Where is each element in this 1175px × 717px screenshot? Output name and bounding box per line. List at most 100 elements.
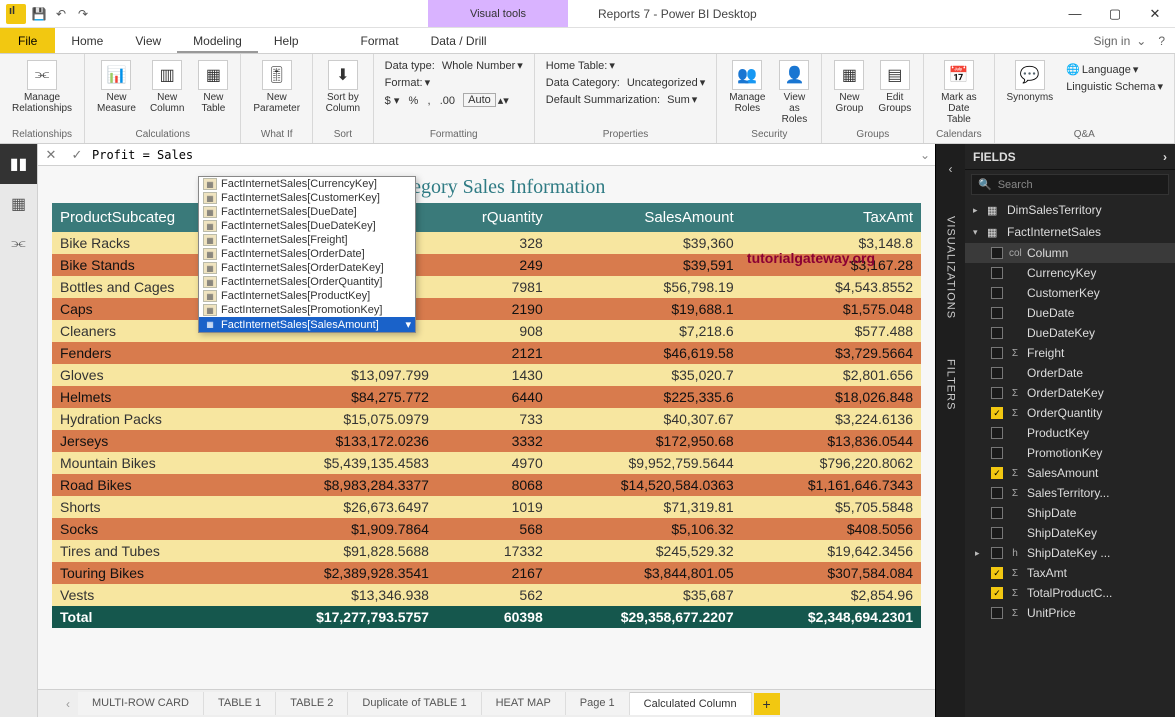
field-promotionkey[interactable]: ✓PromotionKey — [965, 443, 1175, 463]
page-tab[interactable]: TABLE 1 — [204, 692, 276, 715]
table-row[interactable]: Road Bikes$8,983,284.33778068$14,520,584… — [52, 474, 921, 496]
tab-nav-prev-icon[interactable]: ‹ — [58, 697, 78, 711]
expand-pane-icon[interactable]: ‹ — [949, 162, 953, 176]
tab-home[interactable]: Home — [55, 28, 119, 53]
autocomplete-item[interactable]: ▦FactInternetSales[OrderDate] — [199, 247, 415, 261]
model-view-button[interactable]: ⫘ — [0, 224, 37, 264]
sort-by-column-button[interactable]: ⬇Sort by Column — [321, 58, 365, 116]
format-dropdown[interactable]: Format: ▾ — [382, 75, 526, 90]
field-salesamount[interactable]: ✓ΣSalesAmount — [965, 463, 1175, 483]
report-view-button[interactable]: ▮▮ — [0, 144, 37, 184]
manage-roles-button[interactable]: 👥Manage Roles — [725, 58, 769, 116]
page-tab[interactable]: Page 1 — [566, 692, 630, 715]
table-row[interactable]: Shorts$26,673.64971019$71,319.81$5,705.5… — [52, 496, 921, 518]
accept-formula-icon[interactable]: ✓ — [64, 147, 90, 163]
formula-autocomplete[interactable]: ▦FactInternetSales[CurrencyKey]▦FactInte… — [198, 176, 416, 333]
minimize-button[interactable]: — — [1055, 0, 1095, 27]
formula-input[interactable] — [90, 146, 915, 164]
cancel-formula-icon[interactable]: ✕ — [38, 147, 64, 163]
expand-formula-icon[interactable]: ⌄ — [915, 148, 935, 162]
visualizations-pane-tab[interactable]: VISUALIZATIONS — [945, 216, 957, 319]
manage-relationships-button[interactable]: ⫘Manage Relationships — [8, 58, 76, 116]
default-summarization-dropdown[interactable]: Default Summarization: Sum ▾ — [543, 92, 709, 107]
new-column-button[interactable]: ▥New Column — [146, 58, 188, 116]
sales-table[interactable]: ProductSubcategrQuantitySalesAmountTaxAm… — [52, 203, 921, 628]
collapse-pane-icon[interactable]: › — [1163, 150, 1167, 164]
add-page-button[interactable]: + — [754, 693, 780, 715]
sign-in-link[interactable]: Sign in ⌄ ? — [1084, 28, 1175, 53]
column-header[interactable]: TaxAmt — [742, 203, 921, 232]
column-header[interactable]: rQuantity — [437, 203, 551, 232]
autocomplete-item[interactable]: ▦FactInternetSales[ProductKey] — [199, 289, 415, 303]
field-salesterritory-[interactable]: ✓ΣSalesTerritory... — [965, 483, 1175, 503]
table-row[interactable]: Touring Bikes$2,389,928.35412167$3,844,8… — [52, 562, 921, 584]
fields-table-dimsalesterritory[interactable]: ▸▦DimSalesTerritory — [965, 199, 1175, 221]
field-duedate[interactable]: ✓DueDate — [965, 303, 1175, 323]
new-group-button[interactable]: ▦New Group — [830, 58, 868, 116]
tab-format[interactable]: Format — [345, 28, 415, 53]
view-as-roles-button[interactable]: 👤View as Roles — [775, 58, 813, 127]
synonyms-button[interactable]: 💬Synonyms — [1003, 58, 1058, 105]
field-column[interactable]: ✓colColumn — [965, 243, 1175, 263]
report-canvas[interactable]: b-Category Sales Information ProductSubc… — [38, 166, 935, 689]
undo-icon[interactable]: ↶ — [52, 5, 70, 23]
field-shipdatekey[interactable]: ✓ShipDateKey — [965, 523, 1175, 543]
edit-groups-button[interactable]: ▤Edit Groups — [874, 58, 915, 116]
page-tab[interactable]: Calculated Column — [630, 692, 752, 715]
autocomplete-item[interactable]: ▦FactInternetSales[CustomerKey] — [199, 191, 415, 205]
tab-help[interactable]: Help — [258, 28, 315, 53]
table-row[interactable]: Caps2190$19,688.1$1,575.048 — [52, 298, 921, 320]
data-view-button[interactable]: ▦ — [0, 184, 37, 224]
field-shipdate[interactable]: ✓ShipDate — [965, 503, 1175, 523]
autocomplete-item[interactable]: ▦FactInternetSales[Freight] — [199, 233, 415, 247]
tab-view[interactable]: View — [119, 28, 177, 53]
page-tab[interactable]: TABLE 2 — [276, 692, 348, 715]
autocomplete-item[interactable]: ▦FactInternetSales[OrderDateKey] — [199, 261, 415, 275]
field-orderdatekey[interactable]: ✓ΣOrderDateKey — [965, 383, 1175, 403]
table-row[interactable]: Fenders2121$46,619.58$3,729.5664 — [52, 342, 921, 364]
autocomplete-item[interactable]: ▦FactInternetSales[DueDateKey] — [199, 219, 415, 233]
autocomplete-item[interactable]: ▦FactInternetSales[OrderQuantity] — [199, 275, 415, 289]
column-header[interactable]: SalesAmount — [551, 203, 742, 232]
field-freight[interactable]: ✓ΣFreight — [965, 343, 1175, 363]
filters-pane-tab[interactable]: FILTERS — [945, 359, 957, 410]
redo-icon[interactable]: ↷ — [74, 5, 92, 23]
mark-as-date-table-button[interactable]: 📅Mark as Date Table — [932, 58, 985, 127]
table-row[interactable]: Bottles and Cages7981$56,798.19$4,543.85… — [52, 276, 921, 298]
page-tab[interactable]: MULTI-ROW CARD — [78, 692, 204, 715]
field-totalproductc-[interactable]: ✓ΣTotalProductC... — [965, 583, 1175, 603]
fields-table-factinternetsales[interactable]: ▾▦FactInternetSales — [965, 221, 1175, 243]
linguistic-schema-dropdown[interactable]: Linguistic Schema ▾ — [1063, 79, 1166, 94]
data-type-dropdown[interactable]: Data type: Whole Number ▾ — [382, 58, 526, 73]
field-orderquantity[interactable]: ✓ΣOrderQuantity — [965, 403, 1175, 423]
field-productkey[interactable]: ✓ProductKey — [965, 423, 1175, 443]
table-row[interactable]: Hydration Packs$15,075.0979733$40,307.67… — [52, 408, 921, 430]
tab-modeling[interactable]: Modeling — [177, 28, 258, 53]
new-table-button[interactable]: ▦New Table — [194, 58, 232, 116]
data-category-dropdown[interactable]: Data Category: Uncategorized ▾ — [543, 75, 709, 90]
fields-search-input[interactable]: 🔍 Search — [971, 174, 1169, 195]
field-customerkey[interactable]: ✓CustomerKey — [965, 283, 1175, 303]
language-dropdown[interactable]: 🌐 Language ▾ — [1063, 62, 1166, 77]
home-table-dropdown[interactable]: Home Table: ▾ — [543, 58, 709, 73]
table-row[interactable]: Vests$13,346.938562$35,687$2,854.96 — [52, 584, 921, 606]
number-format-buttons[interactable]: $ ▾ % , .00 Auto ▴▾ — [382, 92, 526, 108]
field-taxamt[interactable]: ✓ΣTaxAmt — [965, 563, 1175, 583]
table-row[interactable]: Mountain Bikes$5,439,135.45834970$9,952,… — [52, 452, 921, 474]
autocomplete-item[interactable]: ▦FactInternetSales[SalesAmount]▾ — [199, 317, 415, 332]
field-unitprice[interactable]: ✓ΣUnitPrice — [965, 603, 1175, 623]
table-row[interactable]: Gloves$13,097.7991430$35,020.7$2,801.656 — [52, 364, 921, 386]
autocomplete-item[interactable]: ▦FactInternetSales[CurrencyKey] — [199, 177, 415, 191]
field-currencykey[interactable]: ✓CurrencyKey — [965, 263, 1175, 283]
table-row[interactable]: Tires and Tubes$91,828.568817332$245,529… — [52, 540, 921, 562]
table-row[interactable]: Helmets$84,275.7726440$225,335.6$18,026.… — [52, 386, 921, 408]
help-icon[interactable]: ? — [1158, 34, 1165, 48]
field-shipdatekey-[interactable]: ▸✓hShipDateKey ... — [965, 543, 1175, 563]
autocomplete-item[interactable]: ▦FactInternetSales[DueDate] — [199, 205, 415, 219]
new-parameter-button[interactable]: 🎚New Parameter — [249, 58, 304, 116]
field-orderdate[interactable]: ✓OrderDate — [965, 363, 1175, 383]
table-row[interactable]: Cleaners908$7,218.6$577.488 — [52, 320, 921, 342]
field-duedatekey[interactable]: ✓DueDateKey — [965, 323, 1175, 343]
new-measure-button[interactable]: 📊New Measure — [93, 58, 140, 116]
table-row[interactable]: Socks$1,909.7864568$5,106.32$408.5056 — [52, 518, 921, 540]
